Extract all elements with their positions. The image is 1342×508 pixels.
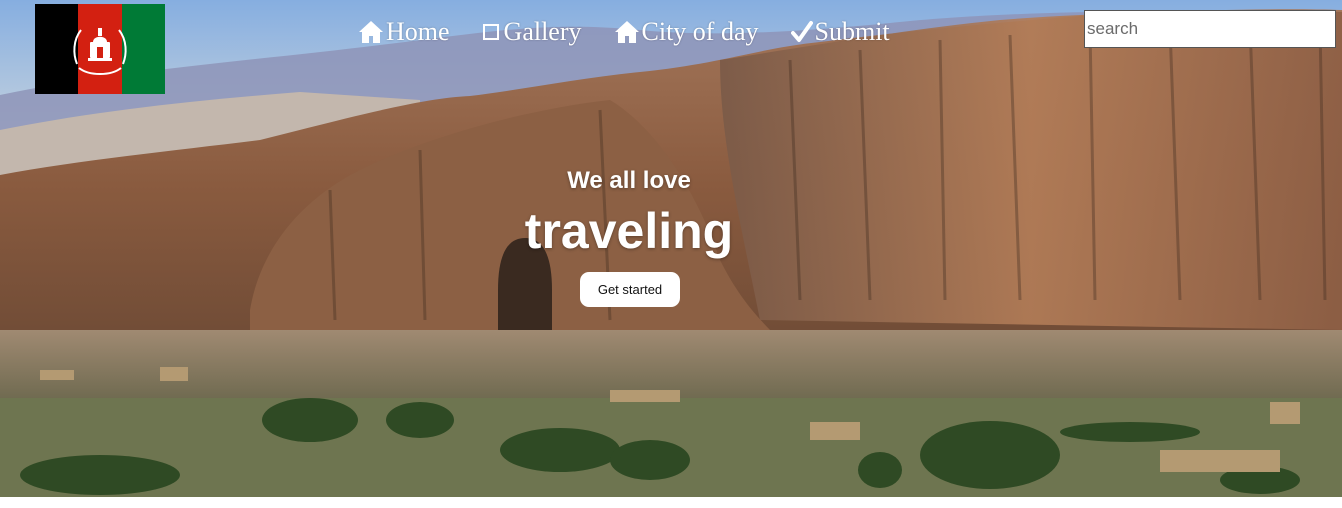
nav-home-label: Home (386, 17, 450, 46)
nav-gallery-label: Gallery (503, 17, 582, 46)
nav-city-of-day[interactable]: City of day (614, 14, 759, 50)
search-input[interactable] (1084, 10, 1336, 48)
nav-submit[interactable]: Submit (790, 14, 890, 50)
square-outline-icon (482, 19, 502, 45)
checkmark-icon (790, 19, 813, 45)
hero-banner: Home Gallery City of day Submit We all l… (0, 0, 1342, 497)
nav-home[interactable]: Home (358, 14, 450, 50)
hero-headline: We all love traveling (429, 165, 829, 261)
hero-heading: traveling (524, 203, 734, 259)
nav-submit-label: Submit (814, 17, 890, 46)
national-emblem-icon (73, 28, 127, 75)
nav-gallery[interactable]: Gallery (482, 14, 582, 50)
hero-subheading: We all love (567, 167, 691, 194)
home-icon (358, 19, 384, 45)
nav-city-of-day-label: City of day (641, 17, 759, 46)
afghanistan-flag-logo[interactable] (35, 4, 165, 94)
get-started-button[interactable]: Get started (580, 272, 680, 307)
main-navigation: Home Gallery City of day Submit (358, 14, 890, 50)
home-icon (614, 19, 640, 45)
